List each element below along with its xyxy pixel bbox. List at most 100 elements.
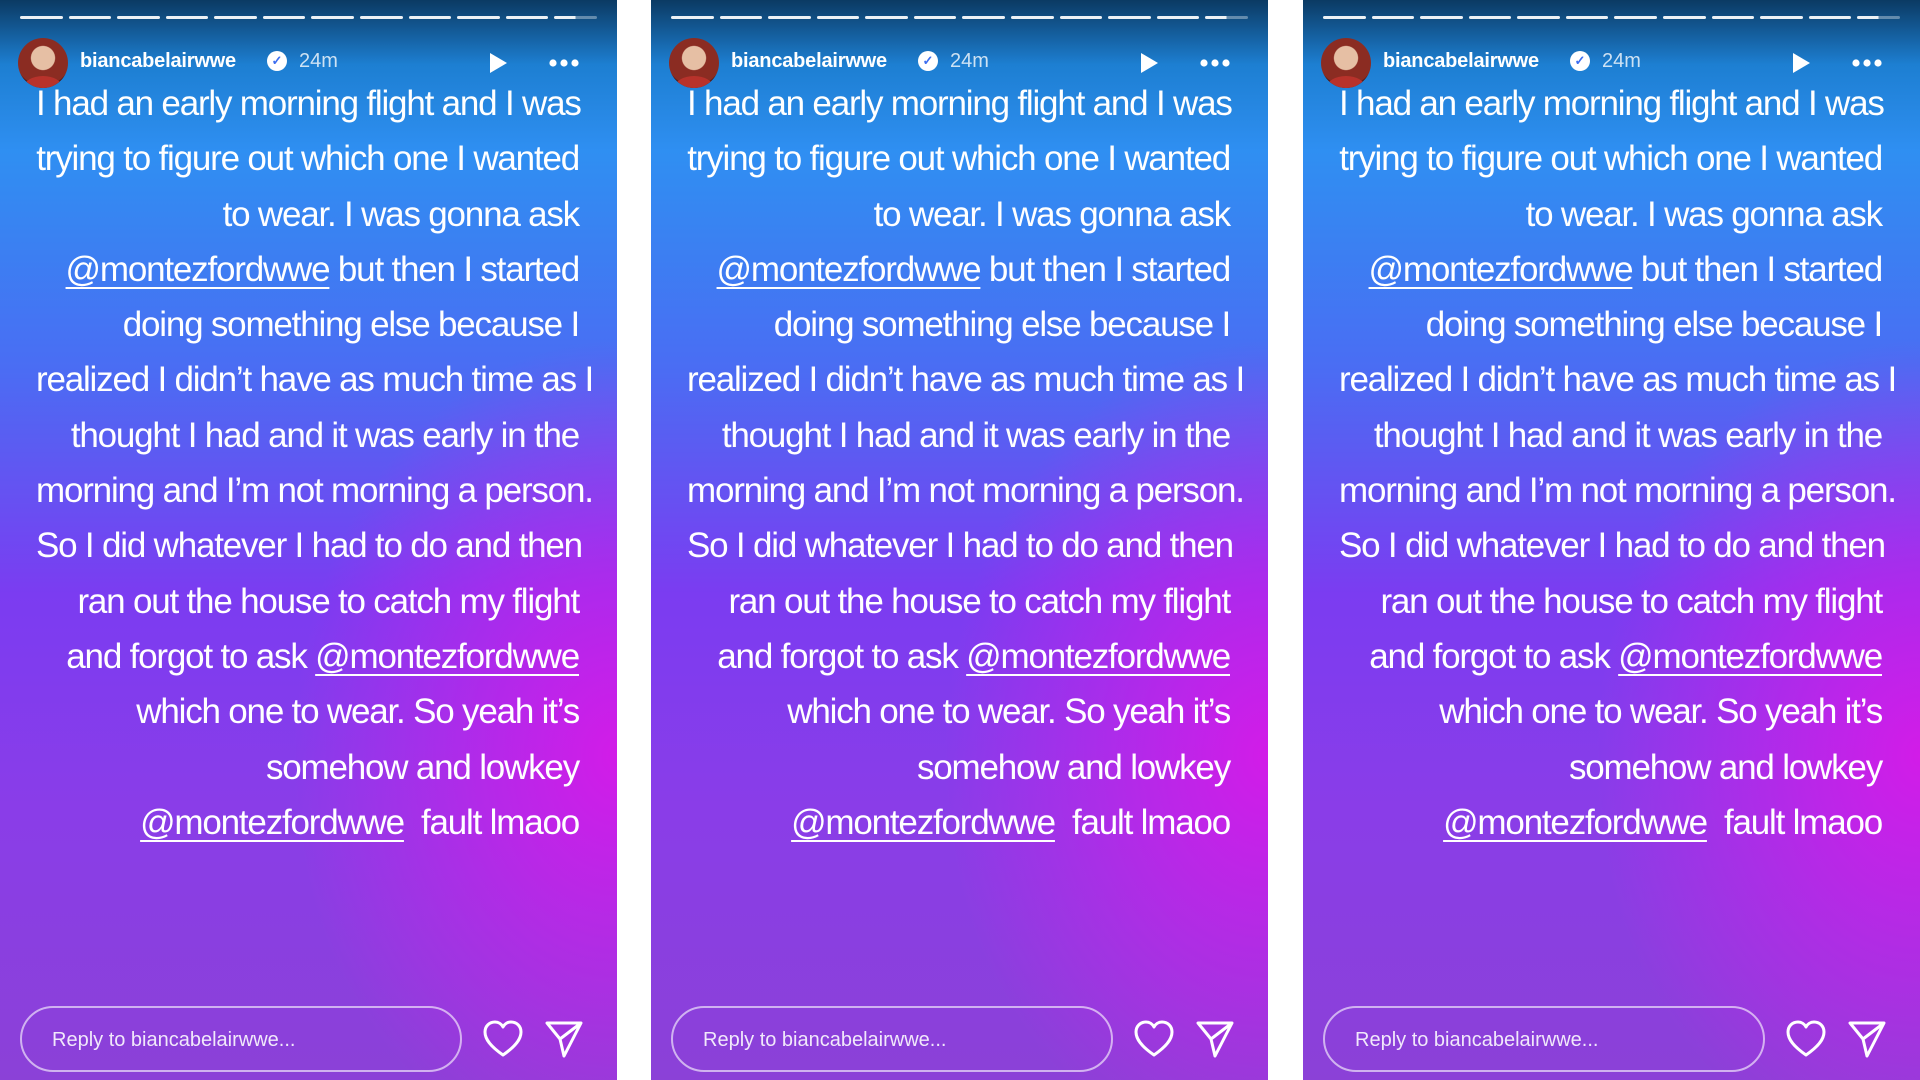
story-text-line: I had an early morning flight and I was bbox=[36, 76, 582, 131]
mention-link[interactable]: @montezfordwwe bbox=[315, 637, 580, 676]
story-text-segment: somehow and lowkey bbox=[265, 747, 580, 787]
story-text-segment: doing something else because I bbox=[773, 305, 1231, 345]
story-text-line: which one to wear. So yeah it’s bbox=[36, 684, 580, 739]
reply-input[interactable]: Reply to biancabelairwwe... bbox=[1323, 1006, 1765, 1072]
heart-icon[interactable] bbox=[482, 1019, 524, 1059]
username[interactable]: biancabelairwwe bbox=[80, 50, 236, 73]
story-text-segment: somehow and lowkey bbox=[916, 747, 1231, 787]
story-text-segment: fault lmaoo bbox=[403, 802, 580, 842]
story-panel[interactable]: biancabelairwwe ✓ 24m I had an early mor… bbox=[651, 0, 1268, 1080]
story-text-segment: ran out the house to catch my flight bbox=[728, 581, 1231, 621]
story-text-line: doing something else because I bbox=[36, 297, 580, 352]
story-text-segment: fault lmaoo bbox=[1054, 802, 1231, 842]
story-text-segment: trying to figure out which one I wanted bbox=[36, 139, 580, 179]
story-text-segment: somehow and lowkey bbox=[1568, 747, 1883, 787]
send-icon[interactable] bbox=[544, 1019, 584, 1059]
story-text-line: realized I didn’t have as much time as I bbox=[1339, 352, 1897, 407]
verified-badge-icon: ✓ bbox=[918, 51, 938, 71]
timestamp: 24m bbox=[299, 50, 338, 72]
timestamp: 24m bbox=[1602, 50, 1641, 72]
story-text-line: So I did whatever I had to do and then bbox=[687, 518, 1234, 573]
story-text-segment: and forgot to ask bbox=[66, 636, 316, 676]
story-text-segment: and forgot to ask bbox=[1369, 636, 1619, 676]
story-text-line: @montezfordwwe but then I started bbox=[1339, 242, 1884, 297]
story-text-line: @montezfordwwe fault lmaoo bbox=[36, 795, 580, 850]
story-text-line: So I did whatever I had to do and then bbox=[1339, 518, 1886, 573]
reply-input[interactable]: Reply to biancabelairwwe... bbox=[671, 1006, 1113, 1072]
send-icon[interactable] bbox=[1195, 1019, 1235, 1059]
mention-link[interactable]: @montezfordwwe bbox=[966, 637, 1231, 676]
heart-icon[interactable] bbox=[1785, 1019, 1827, 1059]
story-text-segment: doing something else because I bbox=[1425, 305, 1883, 345]
more-icon[interactable] bbox=[1850, 48, 1884, 78]
play-icon[interactable] bbox=[487, 52, 509, 74]
verified-badge-icon: ✓ bbox=[1570, 51, 1590, 71]
more-icon[interactable] bbox=[1198, 48, 1232, 78]
story-text-line: realized I didn’t have as much time as I bbox=[36, 352, 594, 407]
story-text-line: So I did whatever I had to do and then bbox=[36, 518, 583, 573]
mention-link[interactable]: @montezfordwwe bbox=[1618, 637, 1883, 676]
story-text-line: and forgot to ask @montezfordwwe bbox=[687, 629, 1231, 684]
story-text-segment: So I did whatever I had to do and then bbox=[1339, 526, 1886, 566]
story-text-segment: which one to wear. So yeah it’s bbox=[1439, 692, 1883, 732]
send-icon[interactable] bbox=[1847, 1019, 1887, 1059]
story-text-line: to wear. I was gonna ask bbox=[687, 187, 1232, 242]
story-text-line: ran out the house to catch my flight bbox=[1339, 574, 1883, 629]
mention-link[interactable]: @montezfordwwe bbox=[140, 803, 405, 842]
story-text-line: I had an early morning flight and I was bbox=[1339, 76, 1885, 131]
story-text-line: morning and I’m not morning a person. bbox=[1339, 463, 1897, 518]
mention-link[interactable]: @montezfordwwe bbox=[1369, 250, 1634, 289]
story-text-line: doing something else because I bbox=[687, 297, 1231, 352]
story-text-line: somehow and lowkey bbox=[687, 740, 1231, 795]
reply-placeholder: Reply to biancabelairwwe... bbox=[52, 1029, 296, 1051]
story-text-segment: which one to wear. So yeah it’s bbox=[787, 692, 1231, 732]
mention-link[interactable]: @montezfordwwe bbox=[66, 250, 331, 289]
username[interactable]: biancabelairwwe bbox=[731, 50, 887, 73]
story-panel[interactable]: biancabelairwwe ✓ 24m I had an early mor… bbox=[1303, 0, 1920, 1080]
username[interactable]: biancabelairwwe bbox=[1383, 50, 1539, 73]
story-text-segment: I had an early morning flight and I was bbox=[1339, 84, 1885, 123]
story-text-line: somehow and lowkey bbox=[1339, 740, 1883, 795]
story-text-line: and forgot to ask @montezfordwwe bbox=[1339, 629, 1883, 684]
story-text-line: @montezfordwwe but then I started bbox=[36, 242, 581, 297]
story-text-line: @montezfordwwe fault lmaoo bbox=[687, 795, 1231, 850]
play-icon[interactable] bbox=[1138, 52, 1160, 74]
story-text-segment: I had an early morning flight and I was bbox=[36, 84, 582, 123]
story-text-segment: but then I started bbox=[329, 249, 580, 289]
story-text-segment: but then I started bbox=[1632, 249, 1883, 289]
verified-badge-icon: ✓ bbox=[267, 51, 287, 71]
story-text: I had an early morning flight and I was t… bbox=[1339, 76, 1897, 850]
story-text-line: morning and I’m not morning a person. bbox=[687, 463, 1245, 518]
reply-input[interactable]: Reply to biancabelairwwe... bbox=[20, 1006, 462, 1072]
story-text-line: to wear. I was gonna ask bbox=[36, 187, 581, 242]
story-text-line: thought I had and it was early in the bbox=[36, 408, 580, 463]
story-text-segment: realized I didn’t have as much time as I bbox=[1339, 360, 1897, 400]
story-text-line: and forgot to ask @montezfordwwe bbox=[36, 629, 580, 684]
more-icon[interactable] bbox=[547, 48, 581, 78]
story-text: I had an early morning flight and I was t… bbox=[687, 76, 1245, 850]
story-text-segment: which one to wear. So yeah it’s bbox=[136, 692, 580, 732]
story-text: I had an early morning flight and I was t… bbox=[36, 76, 594, 850]
story-text-segment: trying to figure out which one I wanted bbox=[1339, 139, 1883, 179]
story-text-segment: to wear. I was gonna ask bbox=[222, 194, 581, 234]
heart-icon[interactable] bbox=[1133, 1019, 1175, 1059]
story-text-segment: I had an early morning flight and I was bbox=[687, 84, 1233, 123]
story-text-segment: So I did whatever I had to do and then bbox=[36, 526, 583, 566]
story-panel[interactable]: biancabelairwwe ✓ 24m I had an early mor… bbox=[0, 0, 617, 1080]
story-text-segment: thought I had and it was early in the bbox=[721, 415, 1231, 455]
story-text-segment: ran out the house to catch my flight bbox=[77, 581, 580, 621]
story-text-segment: to wear. I was gonna ask bbox=[1525, 194, 1884, 234]
story-progress-bar bbox=[1323, 16, 1900, 19]
story-text-segment: realized I didn’t have as much time as I bbox=[36, 360, 594, 400]
story-viewer-page: biancabelairwwe ✓ 24m I had an early mor… bbox=[0, 0, 1920, 1080]
mention-link[interactable]: @montezfordwwe bbox=[791, 803, 1056, 842]
story-text-segment: thought I had and it was early in the bbox=[1373, 415, 1883, 455]
story-text-line: doing something else because I bbox=[1339, 297, 1883, 352]
story-text-line: somehow and lowkey bbox=[36, 740, 580, 795]
play-icon[interactable] bbox=[1790, 52, 1812, 74]
story-text-segment: morning and I’m not morning a person. bbox=[687, 471, 1245, 511]
mention-link[interactable]: @montezfordwwe bbox=[717, 250, 982, 289]
story-text-line: trying to figure out which one I wanted bbox=[1339, 131, 1883, 186]
story-text-line: trying to figure out which one I wanted bbox=[36, 131, 580, 186]
mention-link[interactable]: @montezfordwwe bbox=[1443, 803, 1708, 842]
